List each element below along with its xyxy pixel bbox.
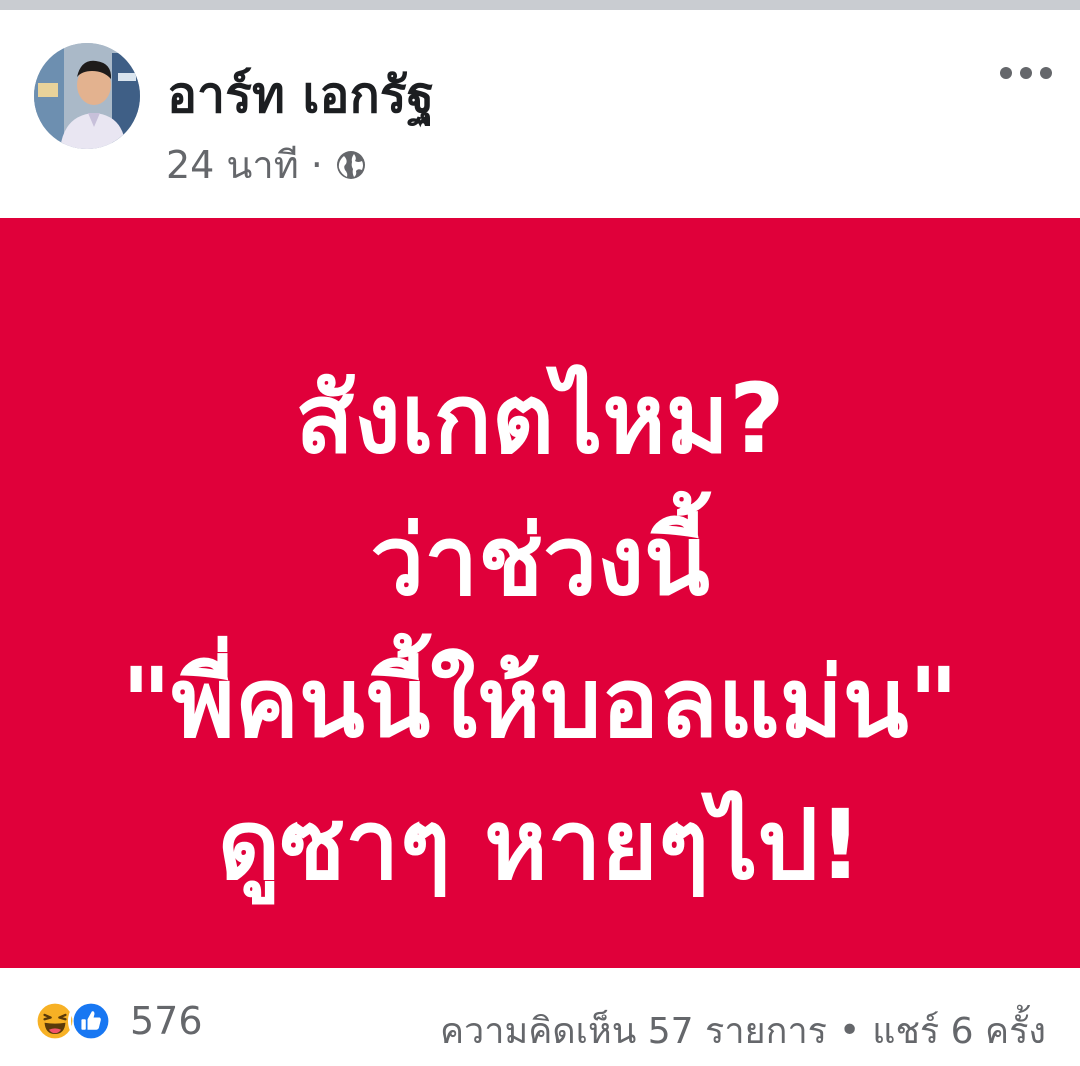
avatar-photo [34, 43, 140, 149]
banner-line-2: ว่าช่วงนี้ [370, 505, 710, 617]
engagement-stats: ความคิดเห็น 57 รายการ • แชร์ 6 ครั้ง [440, 1002, 1046, 1059]
post-footer: 576 ความคิดเห็น 57 รายการ • แชร์ 6 ครั้ง [0, 968, 1080, 1066]
globe-icon[interactable] [335, 149, 367, 181]
post-image-banner[interactable]: สังเกตไหม? ว่าช่วงนี้ "พี่คนนี้ให้บอลแม่… [0, 218, 1080, 968]
author-name[interactable]: อาร์ท เอกรัฐ [167, 56, 434, 135]
banner-text: สังเกตไหม? ว่าช่วงนี้ "พี่คนนี้ให้บอลแม่… [0, 348, 1080, 916]
post-meta: 24 นาที · [166, 134, 367, 195]
banner-line-3: "พี่คนนี้ให้บอลแม่น" [121, 647, 959, 759]
shares-count-link[interactable]: แชร์ 6 ครั้ง [872, 1002, 1046, 1059]
like-reaction-icon [68, 998, 114, 1044]
banner-line-4: ดูซาๆ หายๆไป! [217, 789, 863, 901]
more-options-icon[interactable] [1000, 58, 1052, 88]
more-dot [1000, 67, 1012, 79]
meta-separator: · [310, 142, 323, 187]
top-divider [0, 0, 1080, 10]
post-header: อาร์ท เอกรัฐ 24 นาที · [0, 10, 1080, 218]
post-time[interactable]: 24 นาที [166, 134, 299, 195]
stats-separator: • [839, 1010, 861, 1051]
author-avatar[interactable] [34, 43, 140, 149]
more-dot [1040, 67, 1052, 79]
reaction-count: 576 [130, 999, 203, 1043]
comments-count-link[interactable]: ความคิดเห็น 57 รายการ [440, 1002, 827, 1059]
more-dot [1020, 67, 1032, 79]
reactions-summary[interactable]: 576 [32, 998, 203, 1044]
banner-line-1: สังเกตไหม? [295, 363, 785, 475]
